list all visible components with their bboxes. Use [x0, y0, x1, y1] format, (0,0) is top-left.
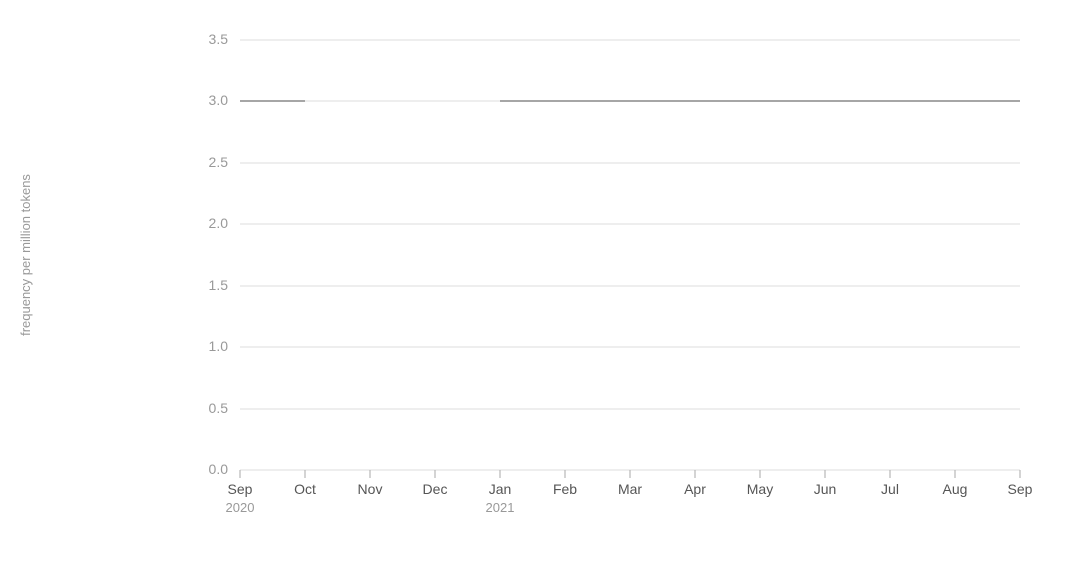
x-label-oct: Oct	[294, 481, 316, 497]
y-tick-15: 1.5	[209, 277, 229, 293]
x-label-jan: Jan	[489, 481, 512, 497]
x-label-may: May	[747, 481, 773, 497]
x-label-sep2020: Sep	[228, 481, 253, 497]
x-label-jun: Jun	[814, 481, 837, 497]
x-year-2020: 2020	[226, 500, 255, 515]
x-label-mar: Mar	[618, 481, 642, 497]
chart-container: 3.5 3.0 2.5 2.0 1.5 1.0 0.5 0.0 frequenc…	[0, 0, 1079, 581]
y-axis-label: frequency per million tokens	[18, 174, 33, 336]
y-tick-25: 2.5	[209, 154, 229, 170]
x-label-nov: Nov	[358, 481, 383, 497]
x-label-apr: Apr	[684, 481, 706, 497]
y-tick-30: 3.0	[209, 92, 229, 108]
x-label-dec: Dec	[423, 481, 448, 497]
x-year-2021: 2021	[486, 500, 515, 515]
y-tick-35: 3.5	[209, 31, 229, 47]
y-tick-10: 1.0	[209, 338, 229, 354]
y-tick-20: 2.0	[209, 215, 229, 231]
x-label-feb: Feb	[553, 481, 577, 497]
x-label-sep2021: Sep	[1008, 481, 1033, 497]
chart-svg: 3.5 3.0 2.5 2.0 1.5 1.0 0.5 0.0 frequenc…	[0, 0, 1079, 581]
x-label-jul: Jul	[881, 481, 899, 497]
y-tick-05: 0.5	[209, 400, 229, 416]
y-tick-00: 0.0	[209, 461, 229, 477]
x-label-aug: Aug	[943, 481, 968, 497]
